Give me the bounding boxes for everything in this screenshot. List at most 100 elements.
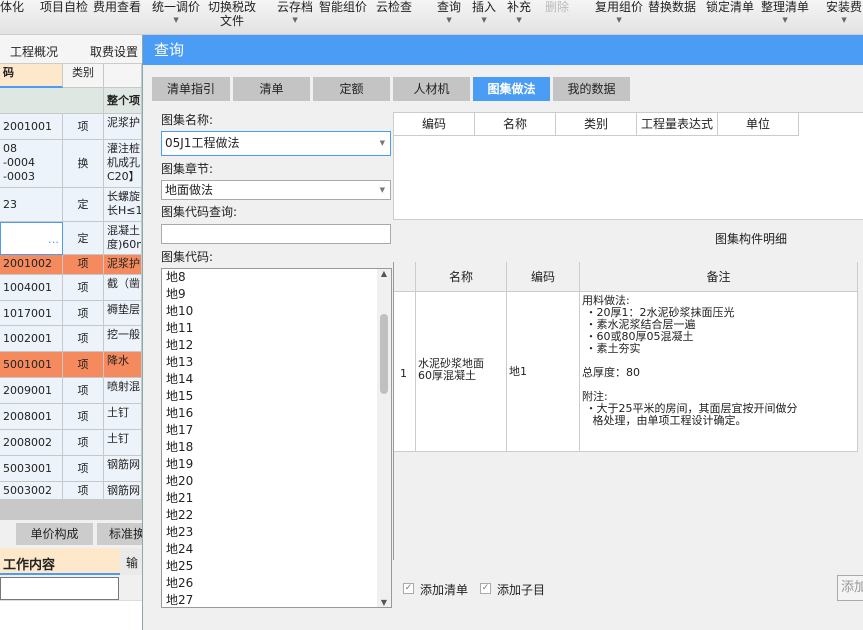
row-code[interactable]: 1017001 (0, 301, 63, 326)
row-name[interactable]: 土钉 (104, 404, 142, 430)
toolbar-4-button[interactable]: 切换税改 文件 (208, 0, 256, 28)
row-type[interactable]: 项 (63, 326, 104, 352)
tab-unit-price[interactable]: 单价构成 (16, 523, 93, 545)
row-code[interactable]: 2008001 (0, 404, 63, 430)
row-type[interactable]: 项 (63, 275, 104, 301)
row-type[interactable]: 项 (63, 301, 104, 326)
code-list-item[interactable]: 地23 (162, 524, 391, 541)
toolbar-5-button[interactable]: 云存档 ▼ (277, 0, 313, 26)
row-code[interactable]: … (0, 222, 63, 255)
row-name[interactable]: 钢筋网 (104, 482, 142, 500)
code-list-item[interactable]: 地14 (162, 371, 391, 388)
row-name[interactable]: 降水 (104, 352, 142, 378)
row-name[interactable]: 土钉 (104, 430, 142, 456)
row-code[interactable]: 1004001 (0, 275, 63, 301)
code-list-item[interactable]: 地26 (162, 575, 391, 592)
toolbar-3-button[interactable]: 统一调价 ▼ (152, 0, 200, 26)
toolbar-9-button[interactable]: 插入 ▼ (472, 0, 496, 26)
code-list-item[interactable]: 地11 (162, 320, 391, 337)
scroll-up-icon[interactable]: ▲ (377, 269, 391, 278)
row-code[interactable]: 23 (0, 188, 63, 222)
tab-4[interactable]: 图集做法 (473, 77, 550, 101)
code-list-item[interactable]: 地24 (162, 541, 391, 558)
row-code[interactable]: 2001002 (0, 255, 63, 275)
code-list[interactable]: 地8 地9 地10 地11 地12 地13 地14 地15 地16 地17 地18 地19 地20 地21… (161, 268, 392, 608)
row-type[interactable]: 项 (63, 456, 104, 482)
tab-3[interactable]: 人材机 (393, 77, 470, 101)
tab-project-overview[interactable]: 工程概况 (10, 43, 58, 60)
add-button[interactable]: 添加 (837, 575, 863, 601)
code-list-item[interactable]: 地17 (162, 422, 391, 439)
row-code[interactable]: 5001001 (0, 352, 63, 378)
row-name[interactable]: 挖一般 (104, 326, 142, 352)
row-type[interactable]: 项 (63, 378, 104, 404)
row-name[interactable]: 喷射混 (104, 378, 142, 404)
row-code[interactable]: 2009001 (0, 378, 63, 404)
scroll-down-icon[interactable]: ▼ (377, 598, 391, 607)
tab-fee-settings[interactable]: 取费设置 (90, 43, 138, 60)
code-list-item[interactable]: 地16 (162, 405, 391, 422)
row-code[interactable]: 2008002 (0, 430, 63, 456)
code-list-item[interactable]: 地22 (162, 507, 391, 524)
row-name[interactable]: 混凝土 度)60m (104, 222, 142, 255)
row-type[interactable]: 项 (63, 352, 104, 378)
code-list-item[interactable]: 地25 (162, 558, 391, 575)
tab-2[interactable]: 定额 (313, 77, 390, 101)
code-list-item[interactable]: 地13 (162, 354, 391, 371)
toolbar-6-button[interactable]: 智能组价 (319, 0, 367, 14)
code-list-item[interactable]: 地21 (162, 490, 391, 507)
row-code[interactable]: 5003002 (0, 482, 63, 500)
toolbar-11-button[interactable]: 删除 (545, 0, 569, 14)
row-code[interactable]: 08 -0004 -0003 (0, 140, 63, 188)
atlas-name-select[interactable]: 05J1工程做法 ▼ (161, 131, 391, 156)
row-type[interactable]: 项 (63, 404, 104, 430)
row-code[interactable]: 1002001 (0, 326, 63, 352)
row-type[interactable]: 定 (63, 222, 104, 255)
row-name[interactable]: 泥浆护 (104, 255, 142, 275)
code-list-item[interactable]: 地15 (162, 388, 391, 405)
row-type[interactable]: 换 (63, 140, 104, 188)
code-list-item[interactable]: 地20 (162, 473, 391, 490)
code-list-item[interactable]: 地12 (162, 337, 391, 354)
row-name[interactable]: 长螺旋 长H≤1 (104, 188, 142, 222)
row-code[interactable]: 5003001 (0, 456, 63, 482)
toolbar-13-button[interactable]: 替换数据 (648, 0, 696, 14)
chapter-select[interactable]: 地面做法 ▼ (161, 180, 391, 200)
toolbar-14-button[interactable]: 锁定清单 (706, 0, 754, 14)
row-type[interactable]: 定 (63, 188, 104, 222)
toolbar-7-button[interactable]: 云检查 (376, 0, 412, 14)
toolbar-10-button[interactable]: 补充 ▼ (507, 0, 531, 26)
code-list-item[interactable]: 地10 (162, 303, 391, 320)
list-scrollbar[interactable]: ▲ ▼ (377, 269, 391, 607)
row-code[interactable]: 2001001 (0, 114, 63, 140)
row-type[interactable]: 项 (63, 482, 104, 500)
toolbar-1-button[interactable]: 项目自检 (40, 0, 88, 14)
add-list-checkbox[interactable]: ✓ (403, 583, 414, 594)
row-name[interactable]: 钢筋网 (104, 456, 142, 482)
toolbar-2-button[interactable]: 费用查看 (93, 0, 141, 14)
row-name[interactable]: 截（凿 (104, 275, 142, 301)
row-type[interactable]: 项 (63, 255, 104, 275)
toolbar-15-button[interactable]: 整理清单 ▼ (761, 0, 809, 26)
row-type[interactable]: 项 (63, 430, 104, 456)
toolbar-8-button[interactable]: 查询 ▼ (437, 0, 461, 26)
row-name[interactable]: 灌注桩 机成孔 C20】 (104, 140, 142, 188)
add-sub-checkbox[interactable]: ✓ (480, 583, 491, 594)
code-query-input[interactable] (161, 224, 391, 244)
toolbar-12-button[interactable]: 复用组价 ▼ (595, 0, 643, 26)
code-list-item[interactable]: 地18 (162, 439, 391, 456)
row-name[interactable]: 泥浆护 (104, 114, 142, 140)
tab-standard[interactable]: 标准换 (97, 523, 147, 545)
toolbar-0-button[interactable]: 体化 (0, 0, 24, 14)
work-content-input[interactable] (0, 577, 119, 600)
row-name[interactable]: 褥垫层 (104, 301, 142, 326)
tab-5[interactable]: 我的数据 (553, 77, 630, 101)
code-list-item[interactable]: 地8 (162, 269, 391, 286)
tab-0[interactable]: 清单指引 (152, 77, 230, 101)
scroll-thumb[interactable] (380, 314, 388, 394)
code-list-item[interactable]: 地27 (162, 592, 391, 607)
row-type[interactable]: 项 (63, 114, 104, 140)
toolbar-16-button[interactable]: 安装费 ▼ (826, 0, 862, 26)
code-list-item[interactable]: 地19 (162, 456, 391, 473)
code-list-item[interactable]: 地9 (162, 286, 391, 303)
